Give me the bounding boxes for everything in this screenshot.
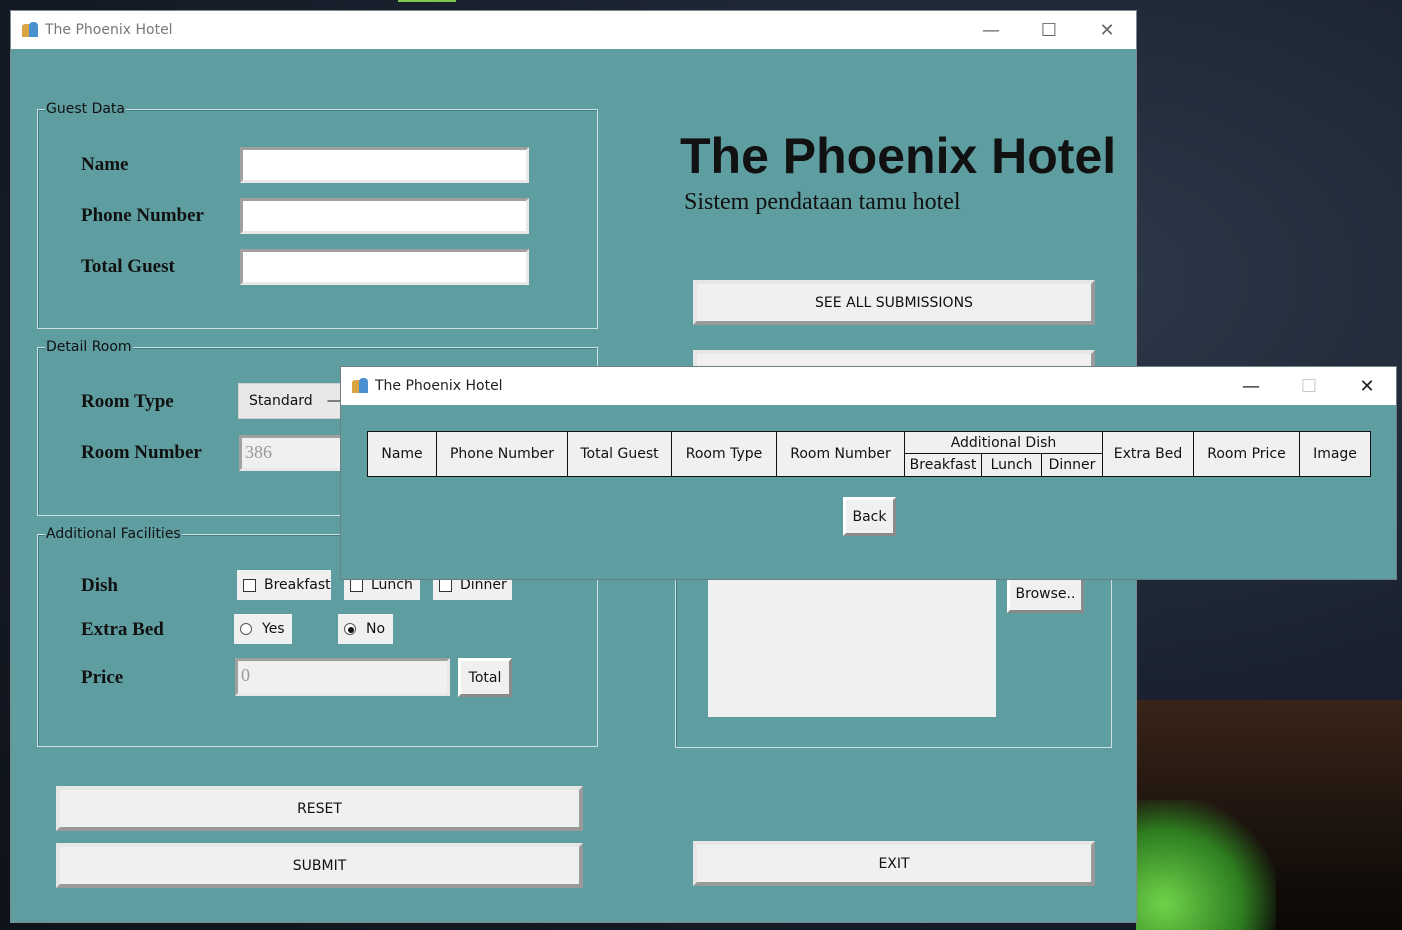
phone-number-input[interactable]: [240, 198, 529, 234]
popup-window-title: The Phoenix Hotel: [375, 378, 503, 394]
total-guest-input[interactable]: [240, 249, 529, 285]
back-button[interactable]: Back: [843, 497, 896, 536]
header-room-number: Room Number: [776, 431, 905, 477]
yes-radio-dot: [240, 623, 252, 635]
extra-bed-no-radio[interactable]: No: [338, 614, 393, 644]
submissions-window: The Phoenix Hotel — ☐ ✕ Name Phone Numbe…: [340, 366, 1397, 580]
minimize-button[interactable]: —: [962, 11, 1020, 49]
detail-room-legend: Detail Room: [45, 339, 133, 355]
reset-button[interactable]: RESET: [56, 786, 583, 831]
header-image: Image: [1299, 431, 1371, 477]
room-number-label: Room Number: [81, 442, 202, 463]
additional-facilities-legend: Additional Facilities: [45, 526, 182, 542]
lunch-checkbox-box: [350, 578, 363, 592]
header-breakfast: Breakfast: [904, 453, 982, 477]
total-button[interactable]: Total: [458, 658, 512, 697]
main-window-title: The Phoenix Hotel: [45, 22, 173, 38]
header-extra-bed: Extra Bed: [1102, 431, 1194, 477]
name-label: Name: [81, 154, 129, 175]
close-button[interactable]: ✕: [1078, 11, 1136, 49]
option-indicator-icon: —: [326, 393, 341, 409]
room-type-select[interactable]: Standard —: [238, 383, 348, 419]
total-guest-label: Total Guest: [81, 256, 175, 277]
dinner-checkbox-box: [439, 578, 452, 592]
extra-bed-label: Extra Bed: [81, 619, 164, 640]
submit-button[interactable]: SUBMIT: [56, 843, 583, 888]
browse-button[interactable]: Browse..: [1007, 575, 1084, 613]
main-titlebar[interactable]: The Phoenix Hotel — ☐ ✕: [11, 11, 1136, 49]
image-preview: [708, 579, 996, 717]
dish-label: Dish: [81, 575, 118, 596]
room-type-value: Standard: [249, 393, 313, 409]
price-label: Price: [81, 667, 124, 688]
hotel-title: The Phoenix Hotel: [680, 128, 1117, 184]
room-type-label: Room Type: [81, 391, 174, 412]
header-name: Name: [367, 431, 437, 477]
header-total-guest: Total Guest: [567, 431, 672, 477]
room-number-field[interactable]: 386: [239, 435, 344, 471]
header-room-type: Room Type: [671, 431, 777, 477]
desktop-glow: [398, 0, 456, 2]
phone-number-label: Phone Number: [81, 205, 204, 226]
close-button[interactable]: ✕: [1338, 367, 1396, 405]
see-all-submissions-button[interactable]: SEE ALL SUBMISSIONS: [693, 280, 1095, 325]
hotel-subtitle: Sistem pendataan tamu hotel: [684, 189, 961, 215]
header-dinner: Dinner: [1041, 453, 1103, 477]
header-phone-number: Phone Number: [436, 431, 568, 477]
maximize-button[interactable]: ☐: [1280, 367, 1338, 405]
no-radio-label: No: [366, 621, 386, 637]
breakfast-checkbox-box: [243, 578, 256, 592]
app-icon: [21, 21, 39, 39]
guest-data-legend: Guest Data: [45, 101, 126, 117]
header-lunch: Lunch: [981, 453, 1042, 477]
popup-titlebar[interactable]: The Phoenix Hotel — ☐ ✕: [341, 367, 1396, 405]
breakfast-checkbox[interactable]: Breakfast: [237, 570, 331, 600]
price-field[interactable]: 0: [235, 658, 450, 696]
app-icon: [351, 377, 369, 395]
exit-button[interactable]: EXIT: [693, 841, 1095, 886]
breakfast-checkbox-label: Breakfast: [264, 577, 331, 593]
yes-radio-label: Yes: [262, 621, 285, 637]
extra-bed-yes-radio[interactable]: Yes: [234, 614, 292, 644]
header-room-price: Room Price: [1193, 431, 1300, 477]
name-input[interactable]: [240, 147, 529, 183]
header-additional-dish: Additional Dish: [904, 431, 1103, 454]
no-radio-dot: [344, 623, 356, 635]
minimize-button[interactable]: —: [1222, 367, 1280, 405]
maximize-button[interactable]: ☐: [1020, 11, 1078, 49]
desktop-tent: [1136, 800, 1276, 930]
